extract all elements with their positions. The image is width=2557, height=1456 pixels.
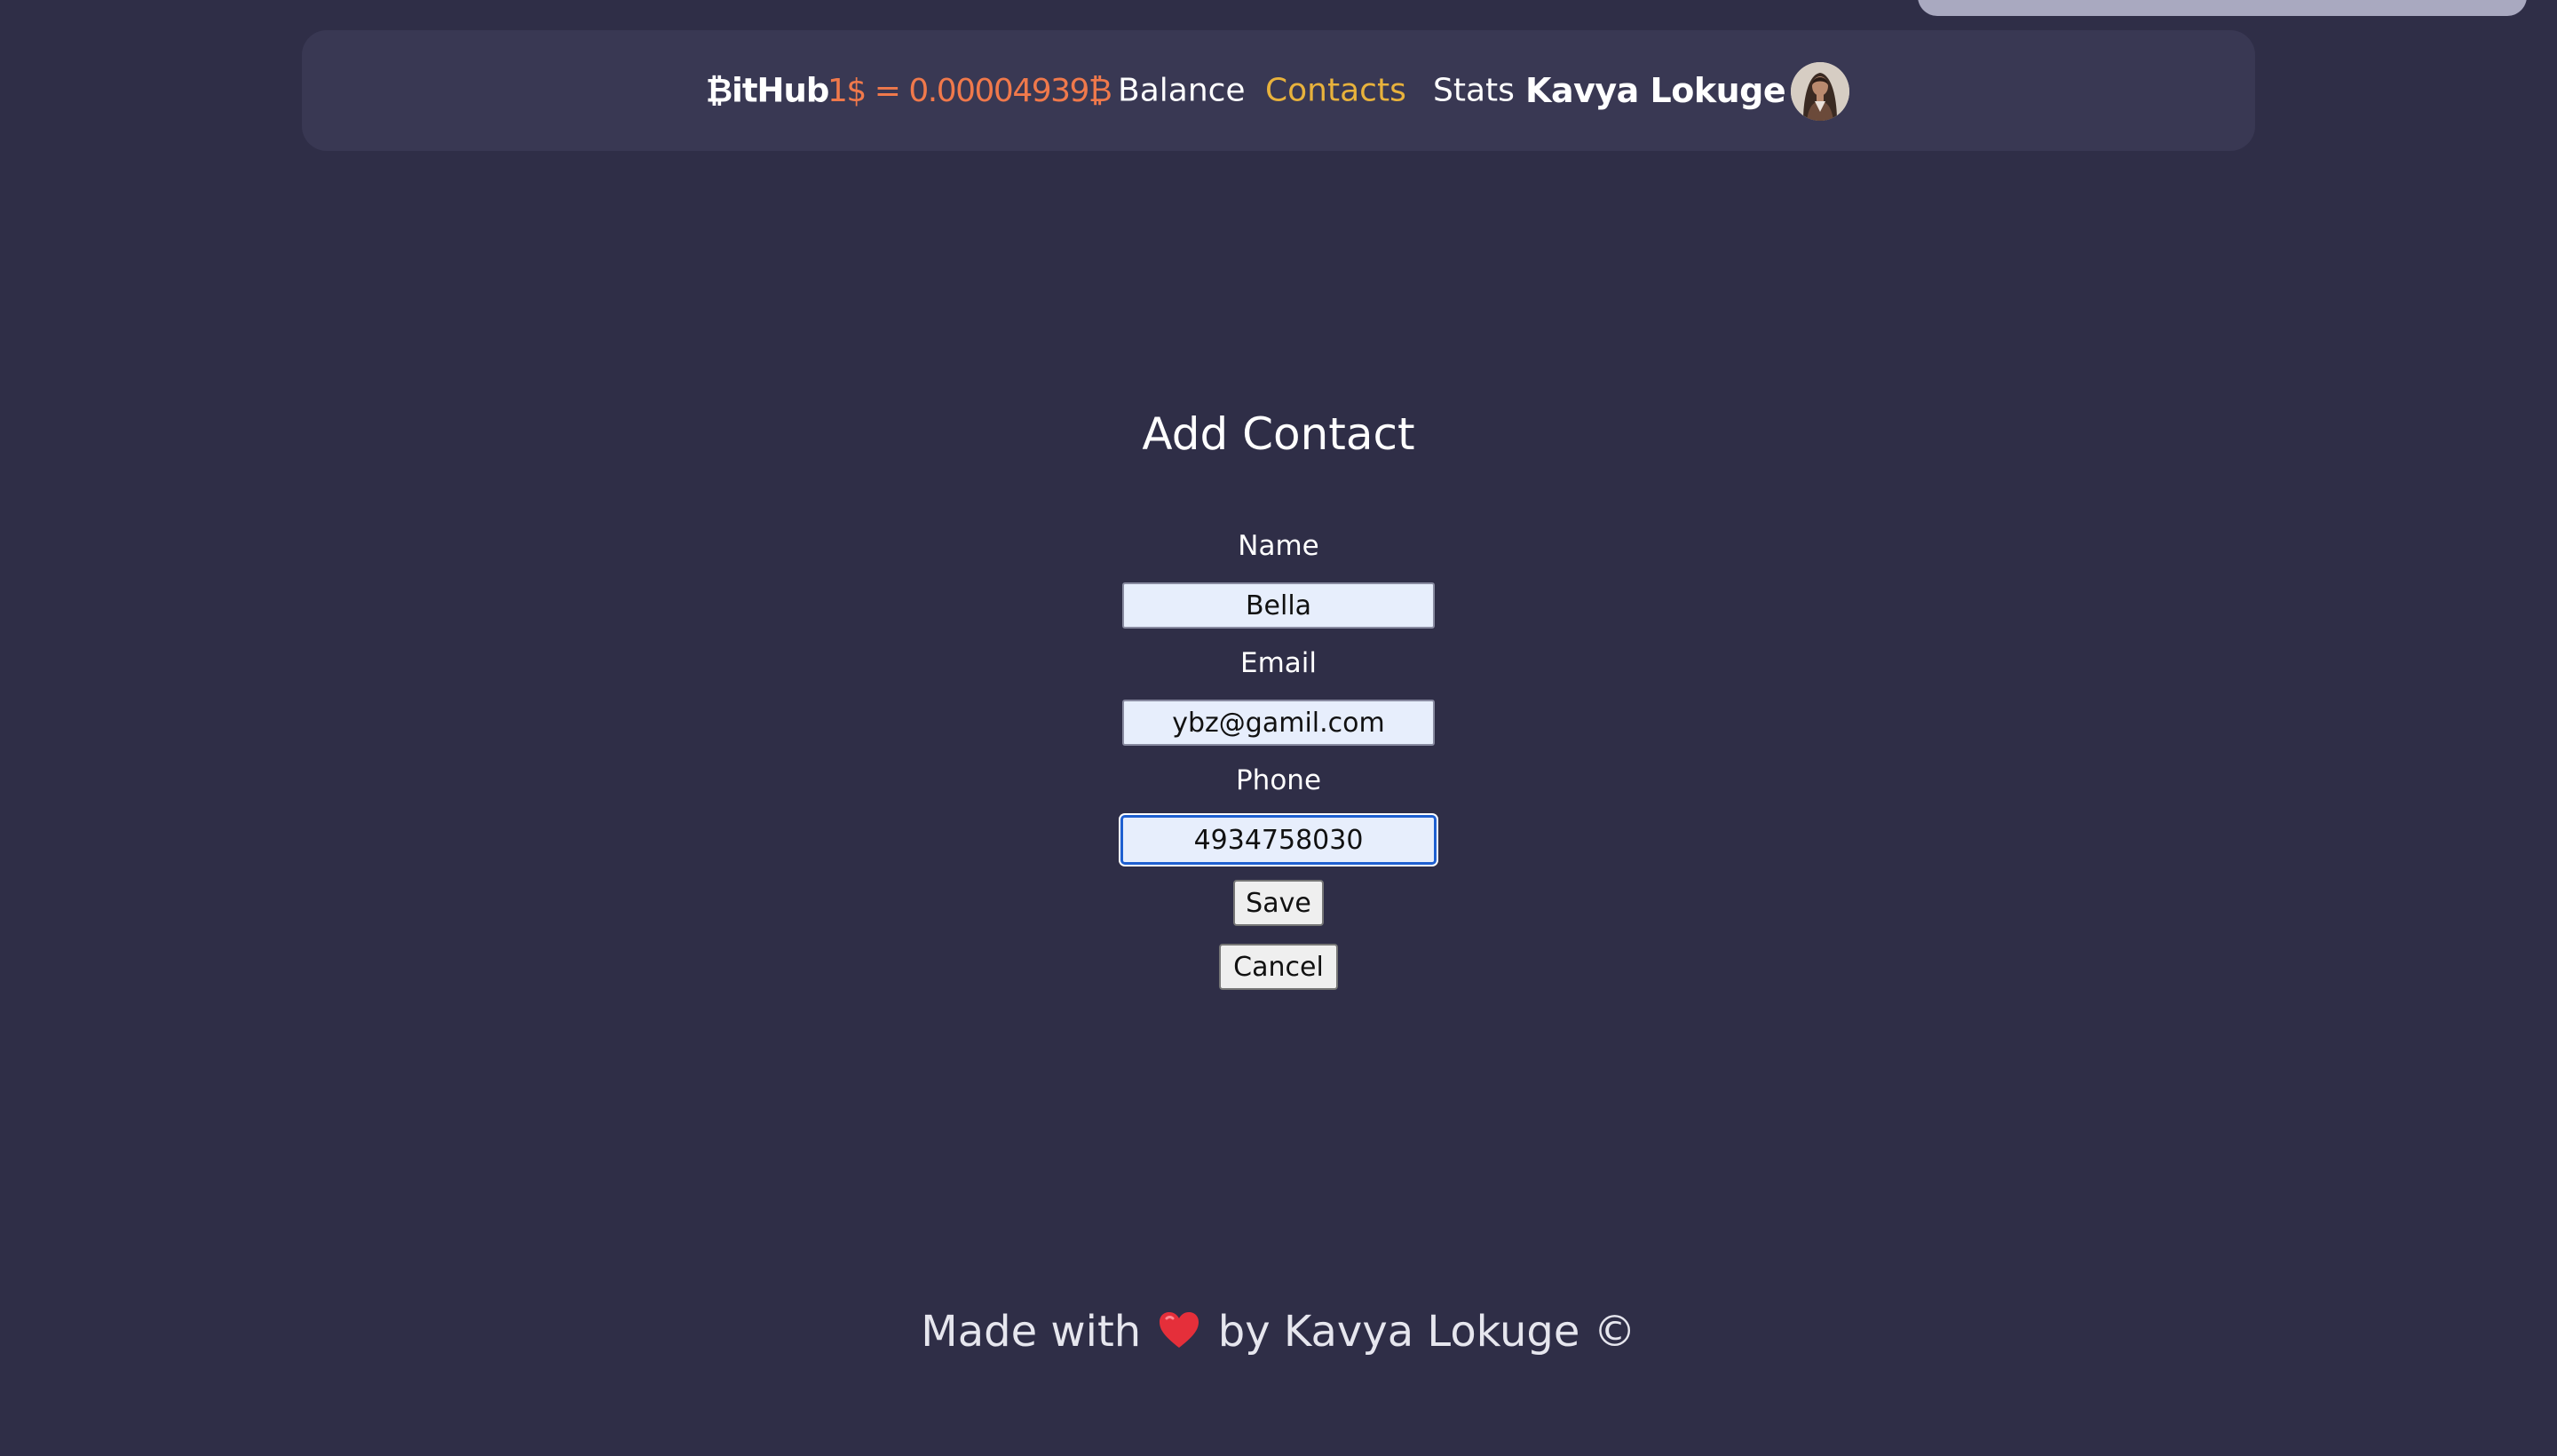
user-avatar-icon bbox=[1791, 62, 1849, 121]
phone-field[interactable] bbox=[1120, 815, 1437, 865]
name-field[interactable] bbox=[1122, 582, 1435, 629]
navbar: ₿itHub 1$ = 0.00004939₿ Balance Contacts… bbox=[302, 30, 2255, 151]
phone-label: Phone bbox=[1235, 764, 1322, 796]
exchange-rate: 1$ = 0.00004939₿ bbox=[827, 73, 1112, 109]
email-field[interactable] bbox=[1122, 700, 1435, 746]
save-button[interactable]: Save bbox=[1233, 880, 1324, 926]
footer-prefix: Made with bbox=[921, 1307, 1142, 1357]
page-title: Add Contact bbox=[1142, 408, 1415, 460]
avatar[interactable] bbox=[1791, 62, 1849, 121]
footer-suffix: by Kavya Lokuge © bbox=[1217, 1307, 1636, 1357]
cancel-button[interactable]: Cancel bbox=[1219, 944, 1338, 990]
email-label: Email bbox=[1239, 647, 1317, 679]
browser-overlay-tab bbox=[1918, 0, 2527, 16]
user-name: Kavya Lokuge bbox=[1525, 71, 1786, 110]
name-label: Name bbox=[1238, 530, 1319, 562]
nav-link-contacts[interactable]: Contacts bbox=[1265, 73, 1406, 109]
nav-link-balance[interactable]: Balance bbox=[1118, 73, 1246, 109]
nav-link-stats[interactable]: Stats bbox=[1433, 73, 1515, 109]
app-logo[interactable]: ₿itHub bbox=[706, 72, 829, 110]
footer: Made with by Kavya Lokuge © bbox=[0, 1307, 2557, 1360]
heart-icon bbox=[1158, 1310, 1200, 1360]
